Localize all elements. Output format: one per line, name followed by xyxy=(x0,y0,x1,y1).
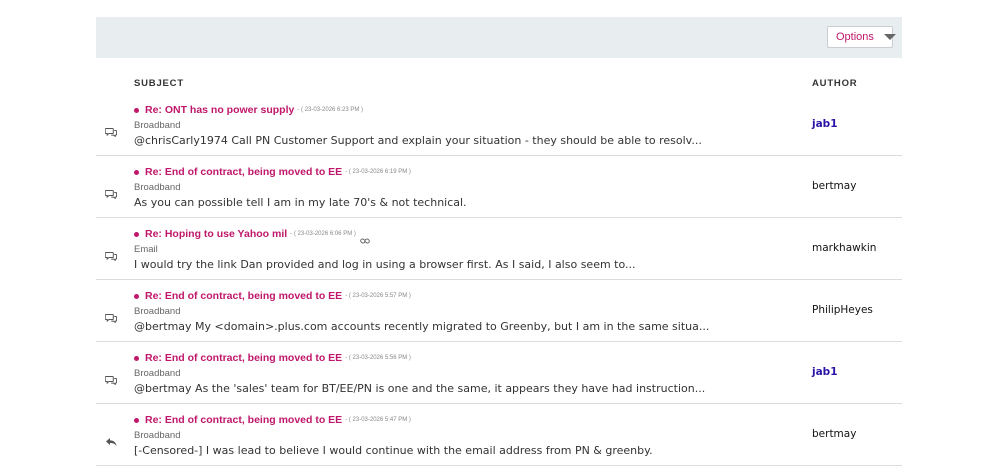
message-row[interactable]: Re: End of contract, being moved to EE - … xyxy=(96,280,902,342)
message-excerpt: As you can possible tell I am in my late… xyxy=(134,196,467,209)
options-dropdown[interactable]: Options xyxy=(827,26,896,48)
column-header: SUBJECT AUTHOR xyxy=(96,58,902,104)
author-link[interactable]: jab1 xyxy=(812,118,838,130)
message-excerpt: I would try the link Dan provided and lo… xyxy=(134,258,636,271)
rows-container: Re: ONT has no power supply - ( 23-03-202… xyxy=(96,104,902,466)
author-link[interactable]: PhilipHeyes xyxy=(812,304,873,316)
list-toolbar: Options xyxy=(96,17,902,58)
author-link[interactable]: jab1 xyxy=(812,366,838,378)
board-name: Email xyxy=(134,244,158,255)
title-line: Re: ONT has no power supply - ( 23-03-202… xyxy=(134,104,363,116)
author-link[interactable]: bertmay xyxy=(812,428,856,440)
unread-dot-icon xyxy=(134,355,139,361)
board-name: Broadband xyxy=(134,182,181,193)
author-link[interactable]: markhawkin xyxy=(812,242,876,254)
unread-dot-icon xyxy=(134,107,139,113)
message-row[interactable]: Re: ONT has no power supply - ( 23-03-202… xyxy=(96,104,902,156)
message-subject-link[interactable]: Re: ONT has no power supply xyxy=(145,104,294,116)
title-line: Re: End of contract, being moved to EE - … xyxy=(134,414,411,426)
message-row[interactable]: Re: Hoping to use Yahoo mil - ( 23-03-202… xyxy=(96,218,902,280)
message-timestamp: - ( 23-03-2026 5:47 PM ) xyxy=(345,417,411,423)
board-name: Broadband xyxy=(134,306,181,317)
comments-icon xyxy=(104,122,118,138)
message-list: Options SUBJECT AUTHOR Re: ONT has no po… xyxy=(96,17,902,466)
comments-icon xyxy=(104,246,118,262)
caret-down-icon xyxy=(883,34,896,40)
message-excerpt: [-Censored-] I was lead to believe I wou… xyxy=(134,444,653,457)
author-column-header: AUTHOR xyxy=(812,78,858,89)
unread-dot-icon xyxy=(134,231,139,237)
board-name: Broadband xyxy=(134,368,181,379)
message-subject-link[interactable]: Re: End of contract, being moved to EE xyxy=(145,166,342,178)
message-timestamp: - ( 23-03-2026 5:56 PM ) xyxy=(345,355,411,361)
title-line: Re: Hoping to use Yahoo mil - ( 23-03-202… xyxy=(134,228,370,244)
message-timestamp: - ( 23-03-2026 6:19 PM ) xyxy=(345,169,411,175)
reply-icon xyxy=(105,432,117,446)
unread-dot-icon xyxy=(134,293,139,299)
board-name: Broadband xyxy=(134,430,181,441)
link-icon xyxy=(360,230,370,244)
message-row[interactable]: Re: End of contract, being moved to EE - … xyxy=(96,404,902,466)
message-subject-link[interactable]: Re: End of contract, being moved to EE xyxy=(145,414,342,426)
message-subject-link[interactable]: Re: Hoping to use Yahoo mil xyxy=(145,228,287,240)
message-excerpt: @chrisCarly1974 Call PN Customer Support… xyxy=(134,134,702,147)
unread-dot-icon xyxy=(134,169,139,175)
message-timestamp: - ( 23-03-2026 6:23 PM ) xyxy=(297,107,364,113)
author-link[interactable]: bertmay xyxy=(812,180,856,192)
board-name: Broadband xyxy=(134,120,181,131)
message-timestamp: - ( 23-03-2026 5:57 PM ) xyxy=(345,293,411,299)
options-label: Options xyxy=(836,31,874,43)
comments-icon xyxy=(104,370,118,386)
comments-icon xyxy=(104,184,118,200)
title-line: Re: End of contract, being moved to EE - … xyxy=(134,290,411,302)
title-line: Re: End of contract, being moved to EE - … xyxy=(134,352,411,364)
message-row[interactable]: Re: End of contract, being moved to EE - … xyxy=(96,342,902,404)
message-excerpt: @bertmay My <domain>.plus.com accounts r… xyxy=(134,320,710,333)
message-row[interactable]: Re: End of contract, being moved to EE - … xyxy=(96,156,902,218)
message-subject-link[interactable]: Re: End of contract, being moved to EE xyxy=(145,290,342,302)
message-subject-link[interactable]: Re: End of contract, being moved to EE xyxy=(145,352,342,364)
subject-column-header: SUBJECT xyxy=(134,78,184,89)
comments-icon xyxy=(104,308,118,324)
message-timestamp: - ( 23-03-2026 6:06 PM ) xyxy=(290,231,356,237)
title-line: Re: End of contract, being moved to EE - … xyxy=(134,166,411,178)
unread-dot-icon xyxy=(134,417,139,423)
message-excerpt: @bertmay As the 'sales' team for BT/EE/P… xyxy=(134,382,706,395)
